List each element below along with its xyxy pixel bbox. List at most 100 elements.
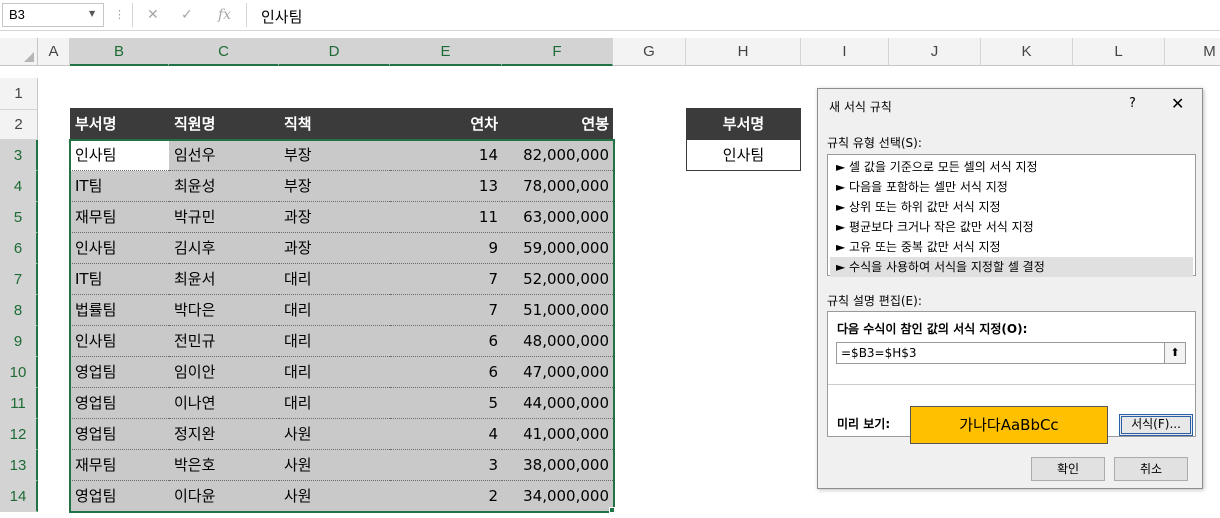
years-cell[interactable]: 2 bbox=[390, 481, 502, 512]
table-header-years[interactable]: 연차 bbox=[390, 108, 502, 140]
salary-cell[interactable]: 52,000,000 bbox=[502, 264, 613, 295]
row-header-6[interactable]: 6 bbox=[0, 233, 38, 264]
enter-icon[interactable]: ✓ bbox=[181, 7, 193, 23]
years-cell[interactable]: 9 bbox=[390, 233, 502, 264]
name-cell[interactable]: 정지완 bbox=[169, 419, 279, 450]
salary-cell[interactable]: 34,000,000 bbox=[502, 481, 613, 512]
name-cell[interactable]: 임선우 bbox=[169, 140, 279, 171]
position-cell[interactable]: 대리 bbox=[279, 295, 390, 326]
fill-handle[interactable] bbox=[609, 507, 615, 513]
rule-type-item[interactable]: ► 다음을 포함하는 셀만 서식 지정 bbox=[830, 177, 1193, 197]
salary-cell[interactable]: 82,000,000 bbox=[502, 140, 613, 171]
dept-cell[interactable]: 영업팀 bbox=[70, 357, 169, 388]
close-icon[interactable]: ✕ bbox=[1171, 94, 1184, 113]
column-header-k[interactable]: K bbox=[981, 38, 1073, 66]
column-header-f[interactable]: F bbox=[502, 38, 613, 66]
years-cell[interactable]: 11 bbox=[390, 202, 502, 233]
position-cell[interactable]: 부장 bbox=[279, 171, 390, 202]
rule-type-item[interactable]: ► 고유 또는 중복 값만 서식 지정 bbox=[830, 237, 1193, 257]
position-cell[interactable]: 부장 bbox=[279, 140, 390, 171]
drag-handle-icon[interactable]: ⋮ bbox=[114, 8, 125, 21]
years-cell[interactable]: 7 bbox=[390, 264, 502, 295]
position-cell[interactable]: 과장 bbox=[279, 233, 390, 264]
position-cell[interactable]: 사원 bbox=[279, 481, 390, 512]
position-cell[interactable]: 대리 bbox=[279, 326, 390, 357]
row-header-7[interactable]: 7 bbox=[0, 264, 38, 295]
dept-cell[interactable]: 영업팀 bbox=[70, 419, 169, 450]
years-cell[interactable]: 3 bbox=[390, 450, 502, 481]
ok-button[interactable]: 확인 bbox=[1031, 457, 1105, 481]
row-header-2[interactable]: 2 bbox=[0, 110, 38, 140]
column-header-g[interactable]: G bbox=[613, 38, 686, 66]
rule-type-item-selected[interactable]: ► 수식을 사용하여 서식을 지정할 셀 결정 bbox=[830, 257, 1193, 277]
name-cell[interactable]: 이다윤 bbox=[169, 481, 279, 512]
row-header-9[interactable]: 9 bbox=[0, 326, 38, 357]
criteria-header[interactable]: 부서명 bbox=[686, 108, 801, 140]
table-header-salary[interactable]: 연봉 bbox=[502, 108, 613, 140]
insert-function-icon[interactable]: fx bbox=[218, 7, 231, 23]
column-header-d[interactable]: D bbox=[279, 38, 390, 66]
table-header-dept[interactable]: 부서명 bbox=[70, 108, 169, 140]
position-cell[interactable]: 사원 bbox=[279, 450, 390, 481]
name-cell[interactable]: 이나연 bbox=[169, 388, 279, 419]
collapse-dialog-button[interactable]: ⬆ bbox=[1164, 342, 1186, 364]
position-cell[interactable]: 대리 bbox=[279, 264, 390, 295]
salary-cell[interactable]: 41,000,000 bbox=[502, 419, 613, 450]
cancel-icon[interactable]: ✕ bbox=[147, 7, 159, 23]
rule-type-item[interactable]: ► 상위 또는 하위 값만 서식 지정 bbox=[830, 197, 1193, 217]
help-icon[interactable]: ? bbox=[1129, 96, 1136, 111]
column-header-h[interactable]: H bbox=[686, 38, 801, 66]
position-cell[interactable]: 사원 bbox=[279, 419, 390, 450]
name-cell[interactable]: 전민규 bbox=[169, 326, 279, 357]
row-header-8[interactable]: 8 bbox=[0, 295, 38, 326]
salary-cell[interactable]: 47,000,000 bbox=[502, 357, 613, 388]
table-header-name[interactable]: 직원명 bbox=[169, 108, 279, 140]
column-header-a[interactable]: A bbox=[38, 38, 70, 66]
position-cell[interactable]: 과장 bbox=[279, 202, 390, 233]
name-cell[interactable]: 박은호 bbox=[169, 450, 279, 481]
cancel-button[interactable]: 취소 bbox=[1114, 457, 1188, 481]
column-header-m[interactable]: M bbox=[1165, 38, 1220, 66]
years-cell[interactable]: 7 bbox=[390, 295, 502, 326]
years-cell[interactable]: 6 bbox=[390, 357, 502, 388]
rule-type-item[interactable]: ► 평균보다 크거나 작은 값만 서식 지정 bbox=[830, 217, 1193, 237]
dept-cell[interactable]: 인사팀 bbox=[70, 233, 169, 264]
format-button[interactable]: 서식(F)... bbox=[1119, 414, 1193, 436]
dept-cell[interactable]: 인사팀 bbox=[70, 326, 169, 357]
salary-cell[interactable]: 59,000,000 bbox=[502, 233, 613, 264]
column-header-b[interactable]: B bbox=[70, 38, 169, 66]
salary-cell[interactable]: 44,000,000 bbox=[502, 388, 613, 419]
row-header-12[interactable]: 12 bbox=[0, 419, 38, 450]
name-cell[interactable]: 최윤성 bbox=[169, 171, 279, 202]
row-header-11[interactable]: 11 bbox=[0, 388, 38, 419]
formula-input[interactable]: 인사팀 bbox=[246, 3, 1220, 27]
dept-cell[interactable]: 영업팀 bbox=[70, 388, 169, 419]
active-cell[interactable]: 인사팀 bbox=[70, 140, 169, 171]
row-header-3[interactable]: 3 bbox=[0, 140, 38, 171]
criteria-value[interactable]: 인사팀 bbox=[686, 140, 801, 171]
position-cell[interactable]: 대리 bbox=[279, 357, 390, 388]
years-cell[interactable]: 5 bbox=[390, 388, 502, 419]
dept-cell[interactable]: 영업팀 bbox=[70, 481, 169, 512]
dept-cell[interactable]: IT팀 bbox=[70, 171, 169, 202]
column-header-j[interactable]: J bbox=[889, 38, 981, 66]
row-header-14[interactable]: 14 bbox=[0, 481, 38, 512]
row-header-1[interactable]: 1 bbox=[0, 78, 38, 110]
salary-cell[interactable]: 63,000,000 bbox=[502, 202, 613, 233]
row-header-5[interactable]: 5 bbox=[0, 202, 38, 233]
dept-cell[interactable]: 재무팀 bbox=[70, 450, 169, 481]
salary-cell[interactable]: 48,000,000 bbox=[502, 326, 613, 357]
position-cell[interactable]: 대리 bbox=[279, 388, 390, 419]
years-cell[interactable]: 6 bbox=[390, 326, 502, 357]
years-cell[interactable]: 13 bbox=[390, 171, 502, 202]
column-header-l[interactable]: L bbox=[1073, 38, 1165, 66]
salary-cell[interactable]: 78,000,000 bbox=[502, 171, 613, 202]
table-header-position[interactable]: 직책 bbox=[279, 108, 390, 140]
name-cell[interactable]: 김시후 bbox=[169, 233, 279, 264]
select-all-button[interactable] bbox=[0, 38, 38, 66]
column-header-c[interactable]: C bbox=[169, 38, 279, 66]
rule-formula-input[interactable]: =$B3=$H$3 ⬆ bbox=[836, 342, 1186, 364]
rule-type-item[interactable]: ► 셀 값을 기준으로 모든 셀의 서식 지정 bbox=[830, 157, 1193, 177]
column-header-i[interactable]: I bbox=[801, 38, 889, 66]
name-cell[interactable]: 박다은 bbox=[169, 295, 279, 326]
